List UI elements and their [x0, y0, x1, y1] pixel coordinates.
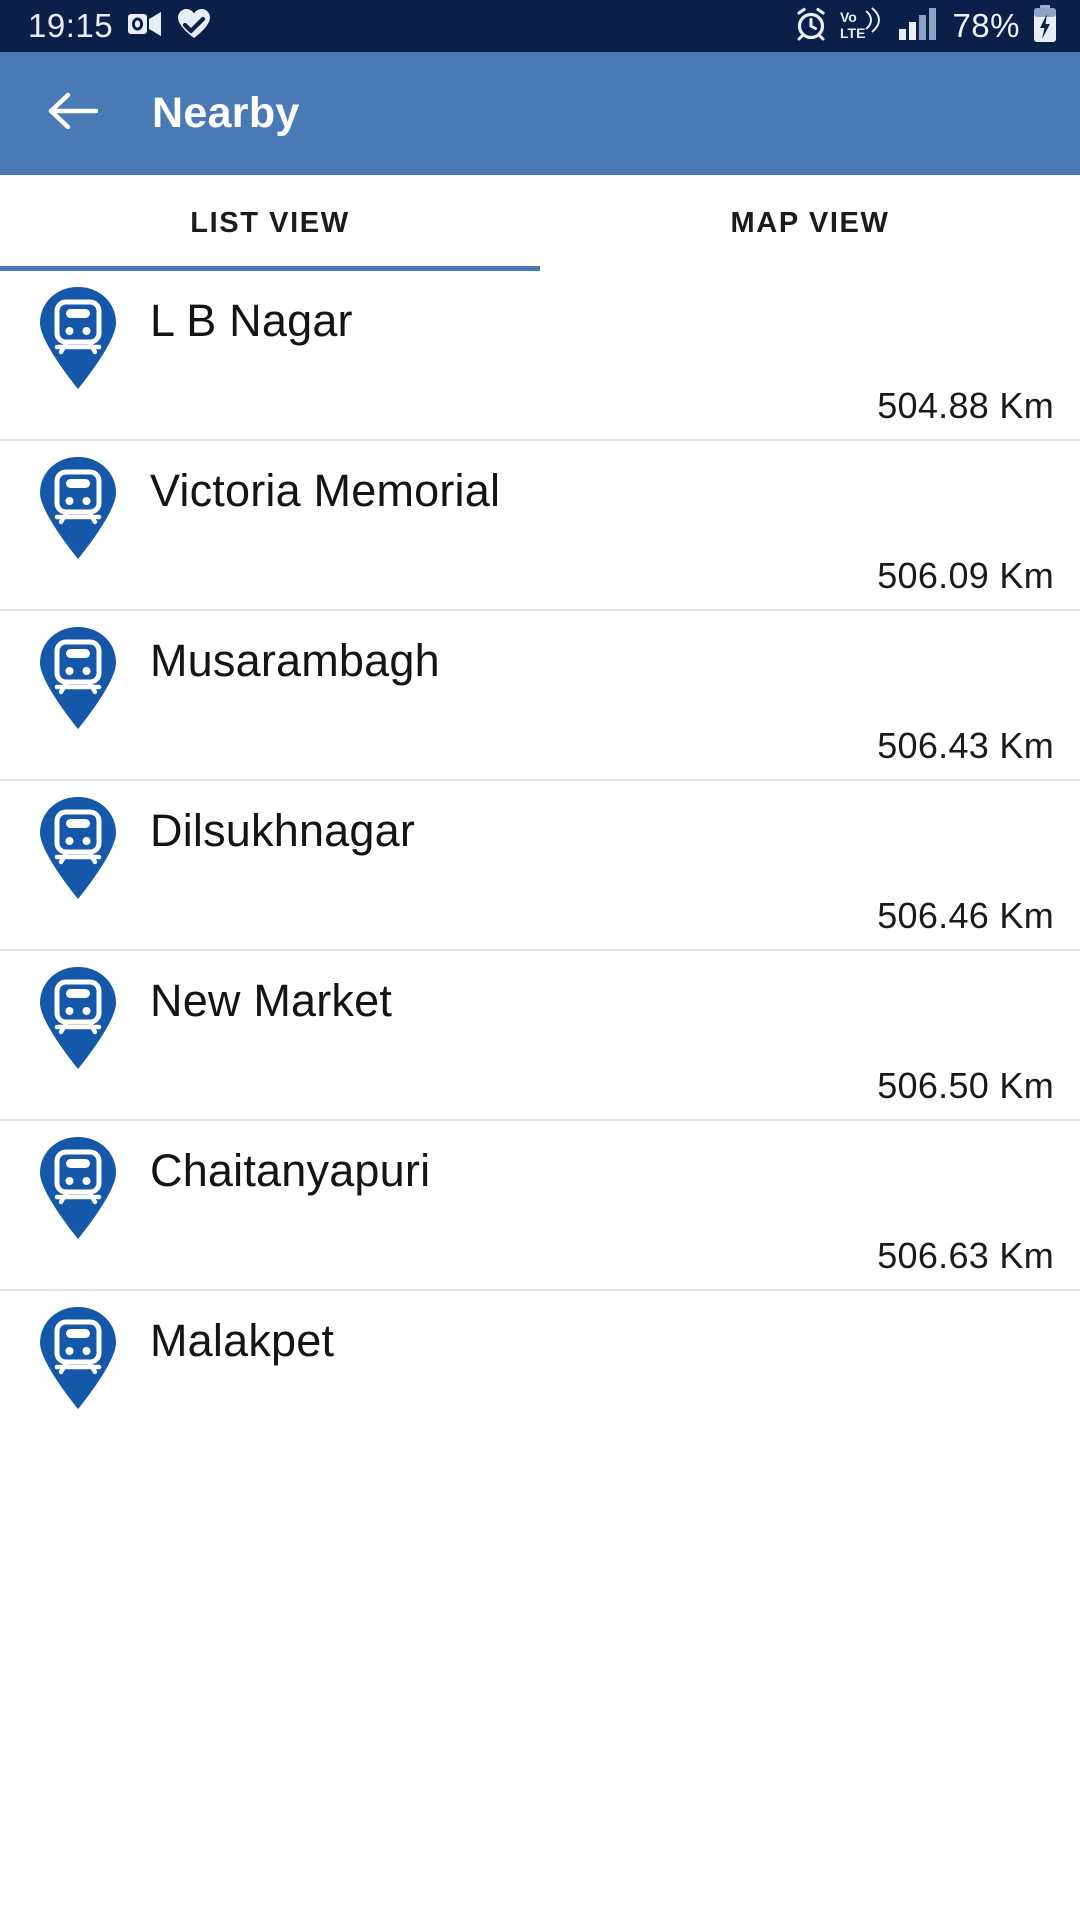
station-name: Musarambagh [150, 635, 440, 686]
tab-list-view[interactable]: LIST VIEW [0, 175, 540, 271]
station-distance: 506.46 Km [877, 895, 1054, 936]
metro-train-pin-icon [36, 795, 120, 906]
station-distance: 506.09 Km [877, 555, 1054, 596]
volte-icon: Vo LTE [840, 6, 886, 46]
metro-train-pin-icon [36, 285, 120, 396]
metro-train-pin-icon [36, 965, 120, 1076]
status-bar-right: Vo LTE 78% [794, 4, 1058, 48]
station-name: Victoria Memorial [150, 465, 501, 516]
alarm-icon [794, 7, 828, 46]
table-row[interactable]: Chaitanyapuri 506.63 Km [0, 1121, 1080, 1291]
app-bar: Nearby [0, 52, 1080, 175]
status-bar: 19:15 Vo LTE 78% [0, 0, 1080, 52]
table-row[interactable]: Victoria Memorial 506.09 Km [0, 441, 1080, 611]
tab-map-view[interactable]: MAP VIEW [540, 175, 1080, 271]
station-name: Chaitanyapuri [150, 1145, 431, 1196]
table-row[interactable]: Malakpet [0, 1291, 1080, 1461]
station-distance: 506.63 Km [877, 1235, 1054, 1276]
station-name: New Market [150, 975, 393, 1026]
station-distance: 504.88 Km [877, 385, 1054, 426]
back-arrow-icon [46, 90, 99, 137]
tab-bar: LIST VIEW MAP VIEW [0, 175, 1080, 271]
metro-train-pin-icon [36, 625, 120, 736]
nearby-screen: 19:15 Vo LTE 78% Nearby LIST VIEW MAP VI… [0, 0, 1080, 1920]
svg-text:LTE: LTE [840, 25, 865, 41]
metro-train-pin-icon [36, 1135, 120, 1246]
page-title: Nearby [152, 89, 300, 137]
station-name: Dilsukhnagar [150, 805, 416, 856]
metro-train-pin-icon [36, 1305, 120, 1416]
metro-train-pin-icon [36, 455, 120, 566]
table-row[interactable]: Musarambagh 506.43 Km [0, 611, 1080, 781]
back-button[interactable] [44, 86, 100, 142]
station-distance: 506.43 Km [877, 725, 1054, 766]
outlook-icon [127, 9, 163, 44]
table-row[interactable]: Dilsukhnagar 506.46 Km [0, 781, 1080, 951]
station-name: Malakpet [150, 1315, 335, 1366]
heart-health-icon [177, 8, 211, 45]
station-name: L B Nagar [150, 295, 353, 346]
signal-bars-icon [898, 7, 938, 46]
battery-percent-label: 78% [952, 7, 1020, 44]
status-bar-left: 19:15 [28, 7, 211, 45]
status-bar-clock: 19:15 [28, 7, 114, 44]
station-distance: 506.50 Km [877, 1065, 1054, 1106]
table-row[interactable]: L B Nagar 504.88 Km [0, 271, 1080, 441]
svg-text:Vo: Vo [840, 9, 857, 25]
table-row[interactable]: New Market 506.50 Km [0, 951, 1080, 1121]
battery-charging-icon [1032, 4, 1058, 48]
nearby-station-list: L B Nagar 504.88 Km Victoria Memorial 50… [0, 271, 1080, 1461]
